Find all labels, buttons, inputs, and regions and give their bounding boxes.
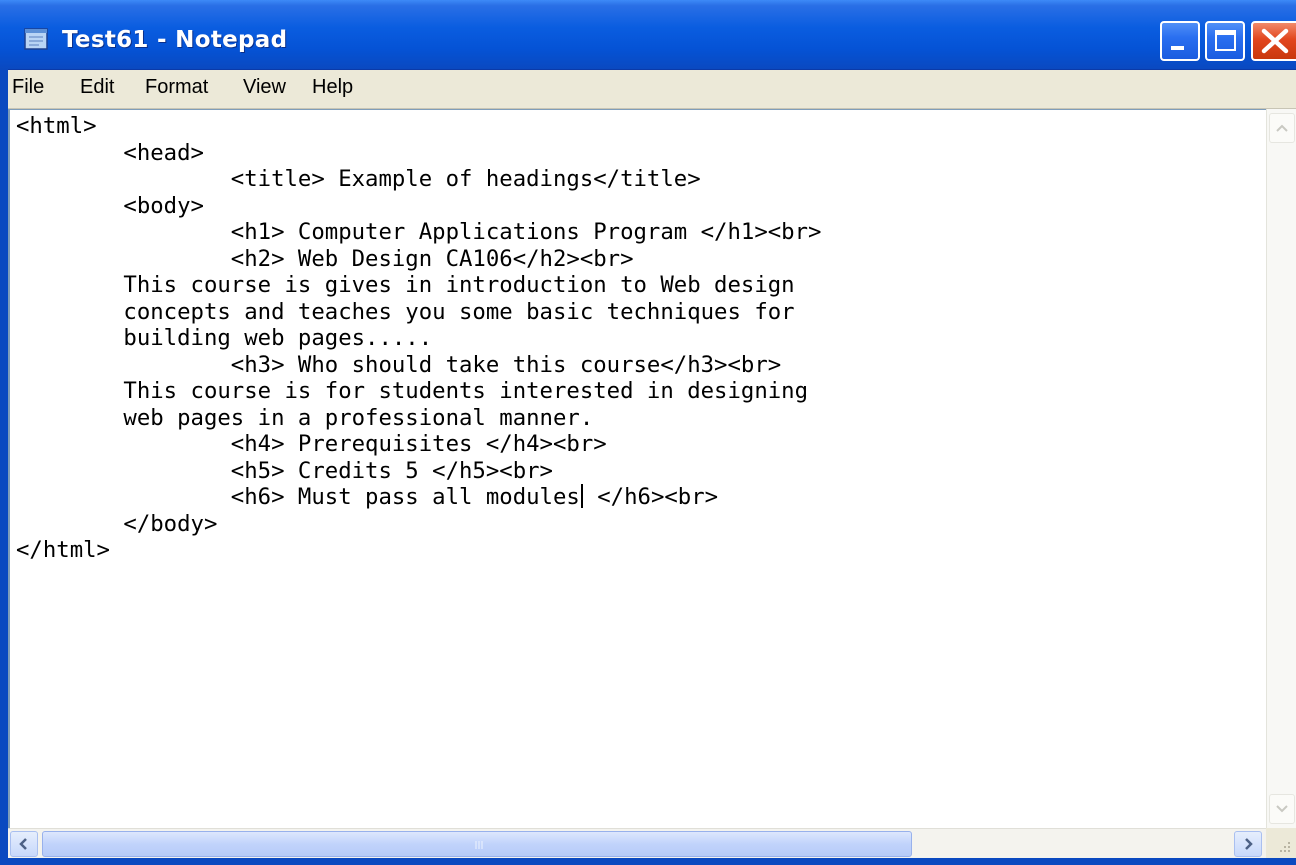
editor-line: <body>: [16, 192, 204, 219]
menu-help[interactable]: Help: [312, 76, 353, 99]
text-caret: [580, 484, 583, 508]
menu-edit[interactable]: Edit: [80, 76, 114, 99]
scroll-thumb[interactable]: [42, 831, 912, 857]
editor-line: This course is gives in introduction to …: [16, 272, 795, 298]
notepad-icon[interactable]: [22, 27, 52, 51]
close-button[interactable]: [1251, 21, 1296, 61]
horizontal-scrollbar[interactable]: [8, 828, 1266, 858]
arrow-left-icon: [19, 838, 27, 850]
title-bar[interactable]: Test61 - Notepad: [0, 0, 1296, 70]
window-frame-bottom: [0, 858, 1296, 865]
arrow-up-icon: [1276, 124, 1288, 132]
minimize-button[interactable]: [1160, 21, 1200, 61]
menu-format[interactable]: Format: [145, 76, 208, 99]
editor-line: <head>: [16, 139, 204, 166]
maximize-button[interactable]: [1205, 21, 1245, 61]
grip-icon: [475, 841, 483, 849]
window-title: Test61 - Notepad: [62, 27, 288, 53]
editor-line: </h6><br>: [583, 484, 719, 510]
editor-line: </html>: [16, 537, 110, 563]
window-frame-left: [0, 69, 8, 865]
editor-line: building web pages.....: [16, 325, 433, 351]
editor-line: <html>: [16, 113, 97, 139]
editor-line: This course is for students interested i…: [16, 378, 809, 404]
menu-file[interactable]: File: [12, 76, 44, 99]
text-editor[interactable]: <html> <head> <title> Example of heading…: [8, 109, 1266, 828]
close-icon: [1261, 28, 1289, 54]
minimize-icon: [1171, 46, 1184, 50]
editor-content[interactable]: <html> <head> <title> Example of heading…: [16, 113, 821, 564]
editor-line: <h1> Computer Applications Program </h1>…: [16, 219, 822, 245]
scroll-right-button[interactable]: [1234, 831, 1262, 857]
editor-line: </body>: [16, 510, 218, 537]
resize-grip[interactable]: [1266, 828, 1296, 858]
editor-line: <title> Example of headings</title>: [16, 166, 701, 192]
scroll-up-button[interactable]: [1269, 113, 1295, 143]
editor-line: web pages in a professional manner.: [16, 404, 594, 431]
editor-line: <h5> Credits 5 </h5><br>: [16, 457, 553, 484]
menu-bar: File Edit Format View Help: [0, 70, 1296, 109]
editor-line: <h2> Web Design CA106</h2><br>: [16, 245, 634, 272]
editor-line: <h3> Who should take this course</h3><br…: [16, 351, 782, 378]
arrow-right-icon: [1245, 838, 1253, 850]
editor-line: <h4> Prerequisites </h4><br>: [16, 431, 607, 457]
scroll-left-button[interactable]: [10, 831, 38, 857]
maximize-icon: [1215, 30, 1236, 51]
editor-line: <h6> Must pass all modules: [16, 484, 580, 510]
editor-line: concepts and teaches you some basic tech…: [16, 298, 795, 325]
resize-grip-icon: [1280, 842, 1290, 852]
arrow-down-icon: [1276, 805, 1288, 813]
menu-view[interactable]: View: [243, 76, 286, 99]
vertical-scrollbar[interactable]: [1266, 109, 1296, 828]
scroll-down-button[interactable]: [1269, 794, 1295, 824]
